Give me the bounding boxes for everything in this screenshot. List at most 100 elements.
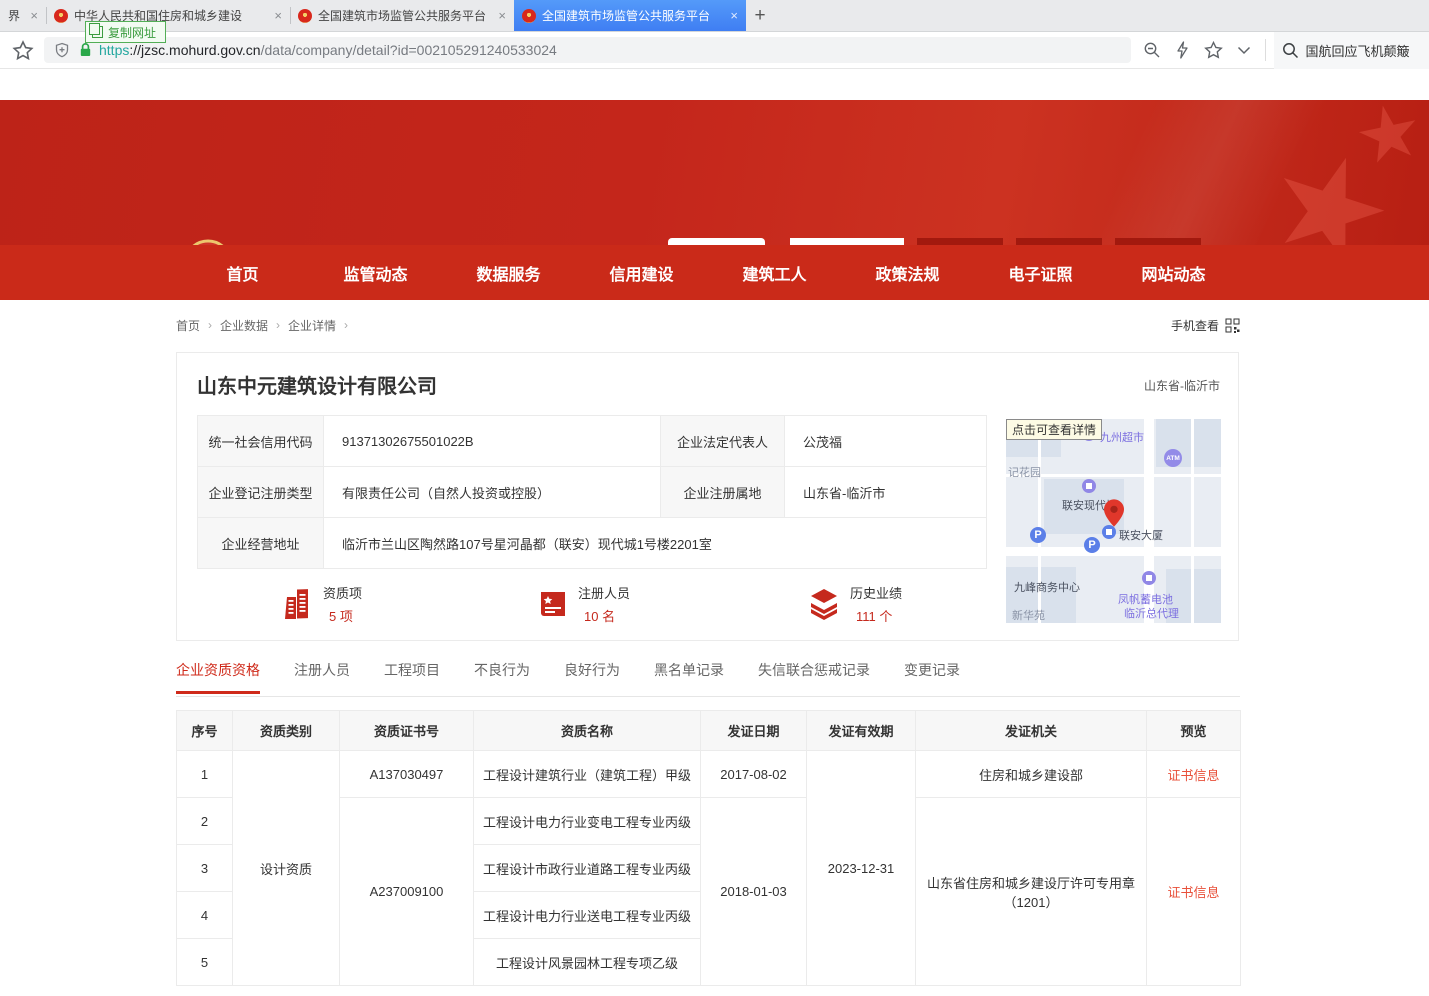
favorite-star-icon[interactable] xyxy=(1204,41,1223,59)
secure-lock-icon[interactable] xyxy=(78,42,93,58)
url-scheme: https xyxy=(99,42,129,58)
nav-item-workers[interactable]: 建筑工人 xyxy=(708,245,841,300)
map-parking-icon: P xyxy=(1030,527,1046,543)
quick-search-box[interactable]: 国航回应飞机颠簸 xyxy=(1274,32,1429,69)
map-poi-icon xyxy=(1082,479,1096,493)
tab-blacklist[interactable]: 黑名单记录 xyxy=(654,660,724,694)
authority-cell: 山东省住房和城乡建设厅许可专用章 （1201） xyxy=(916,798,1147,986)
tab-bad-behavior[interactable]: 不良行为 xyxy=(474,660,530,694)
stat-qualifications[interactable]: 资质项 5 项 xyxy=(282,583,362,625)
stat-registered-personnel[interactable]: 注册人员 10 名 xyxy=(537,583,630,625)
site-favicon-icon xyxy=(522,9,536,23)
url-text: https://jzsc.mohurd.gov.cn/data/company/… xyxy=(99,42,557,58)
nav-item-policy[interactable]: 政策法规 xyxy=(841,245,974,300)
search-tab-credit[interactable]: 诚信记录 xyxy=(1115,238,1201,245)
header-decoration xyxy=(929,100,1429,245)
shield-icon[interactable] xyxy=(54,42,70,59)
qr-code: S xyxy=(668,238,765,245)
nav-item-credit[interactable]: 信用建设 xyxy=(575,245,708,300)
bookmark-star-icon[interactable] xyxy=(12,40,34,61)
reg-type-label: 企业登记注册类型 xyxy=(198,467,324,518)
address-value: 临沂市兰山区陶然路107号星河晶都（联安）现代城1号楼2201室 xyxy=(324,518,987,569)
certificate-info-link[interactable]: 证书信息 xyxy=(1167,768,1219,783)
stat-value: 111 个 xyxy=(850,606,902,625)
search-icon xyxy=(1282,42,1299,59)
cert-no-cell: A137030497 xyxy=(340,751,474,798)
seq-cell: 3 xyxy=(177,845,233,892)
chevron-down-icon[interactable] xyxy=(1237,46,1251,55)
address-label: 企业经营地址 xyxy=(198,518,324,569)
table-header-row: 序号 资质类别 资质证书号 资质名称 发证日期 发证有效期 发证机关 预览 xyxy=(177,711,1241,751)
browser-tab-2[interactable]: 中华人民共和国住房和城乡建设 × xyxy=(46,0,290,31)
breadcrumb-enterprise-data[interactable]: 企业数据 xyxy=(220,317,268,334)
name-cell: 工程设计风景园林工程专项乙级 xyxy=(474,939,701,986)
table-row: 1 设计资质 A137030497 工程设计建筑行业（建筑工程）甲级 2017-… xyxy=(177,751,1241,798)
location-map[interactable]: 九州超市 ATM 记花园 联安现代城 联安大厦 P P 九峰商务中心 新华苑 凤… xyxy=(1006,419,1221,623)
nav-item-data-service[interactable]: 数据服务 xyxy=(442,245,575,300)
stat-historical-performance[interactable]: 历史业绩 111 个 xyxy=(807,583,902,625)
browser-tab-active[interactable]: 全国建筑市场监管公共服务平台 × xyxy=(514,0,746,31)
nav-item-home[interactable]: 首页 xyxy=(176,245,309,300)
reg-place-value: 山东省-临沂市 xyxy=(785,467,987,518)
tab-dishonesty-records[interactable]: 失信联合惩戒记录 xyxy=(758,660,870,694)
nav-item-site-news[interactable]: 网站动态 xyxy=(1107,245,1240,300)
browser-address-bar: https://jzsc.mohurd.gov.cn/data/company/… xyxy=(0,32,1429,69)
search-tab-personnel[interactable]: 从业人员 xyxy=(917,238,1003,245)
col-issue-date: 发证日期 xyxy=(701,711,807,751)
zoom-out-icon[interactable] xyxy=(1143,41,1161,59)
name-cell: 工程设计建筑行业（建筑工程）甲级 xyxy=(474,751,701,798)
url-path: /data/company/detail?id=0021052912405330… xyxy=(261,42,557,58)
breadcrumb-separator xyxy=(208,318,212,332)
col-name: 资质名称 xyxy=(474,711,701,751)
quick-search-text: 国航回应飞机颠簸 xyxy=(1306,41,1410,60)
url-host: ://jzsc.mohurd.gov.cn xyxy=(129,42,260,58)
tab-label: 全国建筑市场监管公共服务平台 xyxy=(318,7,492,24)
seq-cell: 2 xyxy=(177,798,233,845)
breadcrumb-home[interactable]: 首页 xyxy=(176,317,200,334)
col-cert-no: 资质证书号 xyxy=(340,711,474,751)
cert-no-cell: A237009100 xyxy=(340,798,474,986)
layers-icon xyxy=(807,587,841,621)
certificate-info-link[interactable]: 证书信息 xyxy=(1167,885,1219,900)
building-icon xyxy=(282,587,314,621)
credit-code-label: 统一社会信用代码 xyxy=(198,416,324,467)
browser-tab-1[interactable]: 界 × xyxy=(0,0,46,31)
seq-cell: 5 xyxy=(177,939,233,986)
map-pin-icon xyxy=(1104,499,1124,527)
company-card: 山东中元建筑设计有限公司 山东省-临沂市 统一社会信用代码 9137130267… xyxy=(176,352,1239,641)
stat-label: 资质项 xyxy=(323,583,362,602)
tab-change-records[interactable]: 变更记录 xyxy=(904,660,960,694)
new-tab-button[interactable] xyxy=(746,0,774,31)
mobile-view-label[interactable]: 手机查看 xyxy=(1171,317,1219,334)
map-label: 临沂总代理 xyxy=(1124,605,1179,621)
tab-good-behavior[interactable]: 良好行为 xyxy=(564,660,620,694)
col-preview: 预览 xyxy=(1147,711,1241,751)
flash-icon[interactable] xyxy=(1175,41,1190,59)
url-field[interactable]: https://jzsc.mohurd.gov.cn/data/company/… xyxy=(44,37,1131,63)
browser-tab-3[interactable]: 全国建筑市场监管公共服务平台 × xyxy=(290,0,514,31)
issue-date-cell: 2018-01-03 xyxy=(701,798,807,986)
search-tab-enterprise[interactable]: 建设工程企业 xyxy=(790,238,904,245)
map-label: 联安大厦 xyxy=(1119,527,1163,543)
tab-close-icon[interactable]: × xyxy=(30,8,38,23)
col-validity: 发证有效期 xyxy=(807,711,916,751)
tab-projects[interactable]: 工程项目 xyxy=(384,660,440,694)
nav-item-supervision[interactable]: 监管动态 xyxy=(309,245,442,300)
map-poi-icon xyxy=(1102,525,1116,539)
breadcrumb-enterprise-detail[interactable]: 企业详情 xyxy=(288,317,336,334)
tab-close-icon[interactable]: × xyxy=(274,8,282,23)
search-tab-project[interactable]: 建设项目 xyxy=(1016,238,1102,245)
copy-url-tooltip[interactable]: 复制网址 xyxy=(85,21,166,43)
tab-close-icon[interactable]: × xyxy=(498,8,506,23)
stat-label: 注册人员 xyxy=(578,583,630,602)
site-favicon-icon xyxy=(298,9,312,23)
reg-type-value: 有限责任公司（自然人投资或控股） xyxy=(324,467,661,518)
tab-enterprise-qualifications[interactable]: 企业资质资格 xyxy=(176,660,260,694)
tab-registered-personnel[interactable]: 注册人员 xyxy=(294,660,350,694)
map-parking-icon: P xyxy=(1084,537,1100,553)
company-stats: 资质项 5 项 注册人员 10 名 历史业绩 111 个 xyxy=(197,583,987,629)
issue-date-cell: 2017-08-02 xyxy=(701,751,807,798)
nav-item-e-license[interactable]: 电子证照 xyxy=(974,245,1107,300)
tab-close-icon[interactable]: × xyxy=(730,8,738,23)
qr-view-icon[interactable] xyxy=(1225,318,1240,333)
